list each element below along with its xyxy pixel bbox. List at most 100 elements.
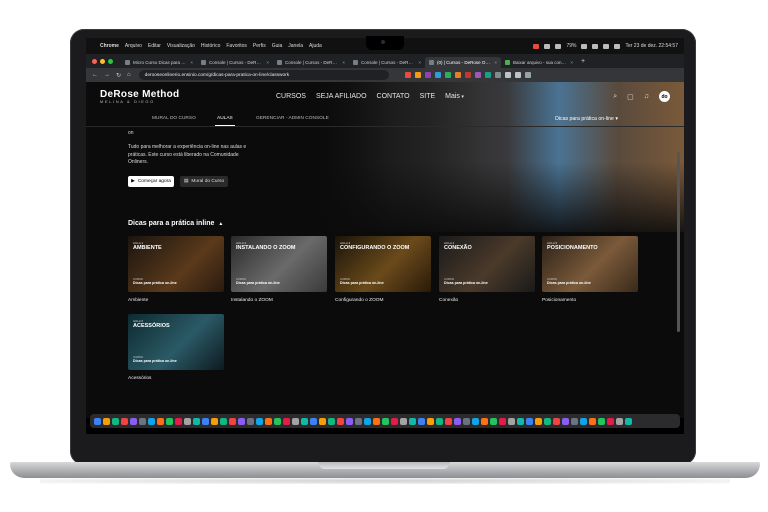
dock-app-icon[interactable] — [337, 417, 344, 425]
extension-icon[interactable] — [454, 72, 461, 78]
lesson-caption[interactable]: Ambiente — [128, 298, 148, 303]
lesson-card[interactable]: AULA 6 ACESSÓRIOS CURSO Dicas para práti… — [128, 314, 224, 370]
dock-app-icon[interactable] — [94, 417, 101, 425]
extension-icon[interactable] — [414, 72, 421, 78]
profile-icon[interactable] — [514, 72, 521, 78]
reload-icon[interactable]: ↻ — [116, 72, 121, 79]
dock-app-icon[interactable] — [481, 417, 488, 425]
dock-app-icon[interactable] — [445, 417, 452, 425]
menu-item-ajuda[interactable]: Ajuda — [309, 43, 322, 49]
dock-app-icon[interactable] — [463, 417, 470, 425]
new-tab-button[interactable]: + — [581, 58, 585, 65]
dock-app-icon[interactable] — [211, 417, 218, 425]
dock-app-icon[interactable] — [283, 417, 290, 425]
tab-aulas[interactable]: AULAS — [217, 116, 233, 121]
menu-item-historico[interactable]: Histórico — [201, 43, 220, 49]
dock-app-icon[interactable] — [238, 417, 245, 425]
dock-app-icon[interactable] — [382, 417, 389, 425]
dock-app-icon[interactable] — [193, 417, 200, 425]
close-window-icon[interactable] — [92, 58, 97, 64]
dock-app-icon[interactable] — [598, 417, 605, 425]
lesson-caption[interactable]: Acessórios — [128, 376, 151, 381]
menu-item-janela[interactable]: Janela — [288, 43, 303, 49]
tab-close-icon[interactable]: × — [570, 60, 573, 65]
browser-tab[interactable]: Console | Cursos - DeRose × — [197, 57, 273, 68]
dock-app-icon[interactable] — [562, 417, 569, 425]
menubar-clock[interactable]: Ter 23 de dez. 22:54:57 — [625, 43, 678, 49]
dock-app-icon[interactable] — [607, 417, 614, 425]
bluetooth-status-icon[interactable] — [555, 43, 562, 49]
forward-icon[interactable]: → — [104, 72, 110, 78]
battery-percent[interactable]: 79% — [566, 43, 576, 49]
dock-app-icon[interactable] — [175, 417, 182, 425]
dock-app-icon[interactable] — [364, 417, 371, 425]
dock-app-icon[interactable] — [103, 417, 110, 425]
dock-app-icon[interactable] — [391, 417, 398, 425]
tab-close-icon[interactable]: × — [190, 60, 193, 65]
course-selector[interactable]: Dicas para prática on-line — [555, 116, 618, 122]
dock-app-icon[interactable] — [544, 417, 551, 425]
tab-close-icon[interactable]: × — [418, 60, 421, 65]
dock-app-icon[interactable] — [229, 417, 236, 425]
dock-app-icon[interactable] — [184, 417, 191, 425]
dock-app-icon[interactable] — [400, 417, 407, 425]
chevron-up-icon[interactable]: ▲ — [218, 221, 223, 227]
extension-icon[interactable] — [474, 72, 481, 78]
start-course-button[interactable]: ▶ Começar agora — [128, 176, 174, 187]
youtube-status-icon[interactable] — [533, 43, 540, 49]
dock-app-icon[interactable] — [454, 417, 461, 425]
menu-app-name[interactable]: Chrome — [100, 43, 119, 49]
tab-admin-console[interactable]: GERENCIAR - ADMIN CONSOLE — [256, 116, 329, 121]
dock-app-icon[interactable] — [427, 417, 434, 425]
home-icon[interactable]: ⌂ — [127, 72, 131, 78]
lesson-caption[interactable]: Instalando o ZOOM — [231, 298, 273, 303]
extension-icon[interactable] — [404, 72, 411, 78]
battery-icon[interactable] — [581, 43, 588, 49]
extension-icon[interactable] — [444, 72, 451, 78]
dock-app-icon[interactable] — [157, 417, 164, 425]
module-title[interactable]: Dicas para a prática inline ▲ — [128, 220, 223, 227]
dock-app-icon[interactable] — [625, 417, 632, 425]
dock-app-icon[interactable] — [346, 417, 353, 425]
menu-item-editar[interactable]: Editar — [148, 43, 161, 49]
dock-app-icon[interactable] — [472, 417, 479, 425]
dock-app-icon[interactable] — [373, 417, 380, 425]
search-icon[interactable]: ⌕ — [613, 93, 617, 101]
dock-app-icon[interactable] — [112, 417, 119, 425]
browser-tab[interactable]: Console | Cursos - DeRose × — [273, 57, 349, 68]
dock-app-icon[interactable] — [328, 417, 335, 425]
back-icon[interactable]: ← — [92, 72, 98, 78]
lesson-card[interactable]: AULA 5 POSICIONAMENTO CURSO Dicas para p… — [542, 236, 638, 292]
browser-tab[interactable]: Console | Cursos - DeRose × — [349, 57, 425, 68]
control-center-icon[interactable] — [614, 43, 621, 49]
dock-app-icon[interactable] — [580, 417, 587, 425]
menu-item-perfis[interactable]: Perfis — [253, 43, 266, 49]
dock-app-icon[interactable] — [274, 417, 281, 425]
dock-app-icon[interactable] — [535, 417, 542, 425]
course-wall-button[interactable]: ▤ Mural do Curso — [180, 176, 228, 187]
dock-app-icon[interactable] — [436, 417, 443, 425]
browser-tab-active[interactable]: (0) | Cursos - DeRose Online × — [425, 57, 501, 68]
extension-icon[interactable] — [464, 72, 471, 78]
maximize-window-icon[interactable] — [108, 58, 113, 64]
dock-app-icon[interactable] — [553, 417, 560, 425]
menu-item-arquivo[interactable]: Arquivo — [125, 43, 142, 49]
cart-icon[interactable]: ▢ — [627, 93, 634, 101]
nav-site[interactable]: SITE — [420, 93, 436, 100]
extension-icon[interactable] — [424, 72, 431, 78]
dock-app-icon[interactable] — [166, 417, 173, 425]
dock-app-icon[interactable] — [292, 417, 299, 425]
avatar[interactable]: do — [659, 91, 670, 102]
menu-item-favoritos[interactable]: Favoritos — [226, 43, 247, 49]
more-menu-icon[interactable] — [524, 72, 531, 78]
dock-app-icon[interactable] — [121, 417, 128, 425]
dock-app-icon[interactable] — [589, 417, 596, 425]
nav-seja-afiliado[interactable]: SEJA AFILIADO — [316, 93, 367, 100]
tab-close-icon[interactable]: × — [266, 60, 269, 65]
bell-icon[interactable]: ♫ — [644, 93, 649, 100]
dock-app-icon[interactable] — [508, 417, 515, 425]
dock-app-icon[interactable] — [265, 417, 272, 425]
dock-app-icon[interactable] — [616, 417, 623, 425]
dock-app-icon[interactable] — [571, 417, 578, 425]
tab-close-icon[interactable]: × — [494, 60, 497, 65]
